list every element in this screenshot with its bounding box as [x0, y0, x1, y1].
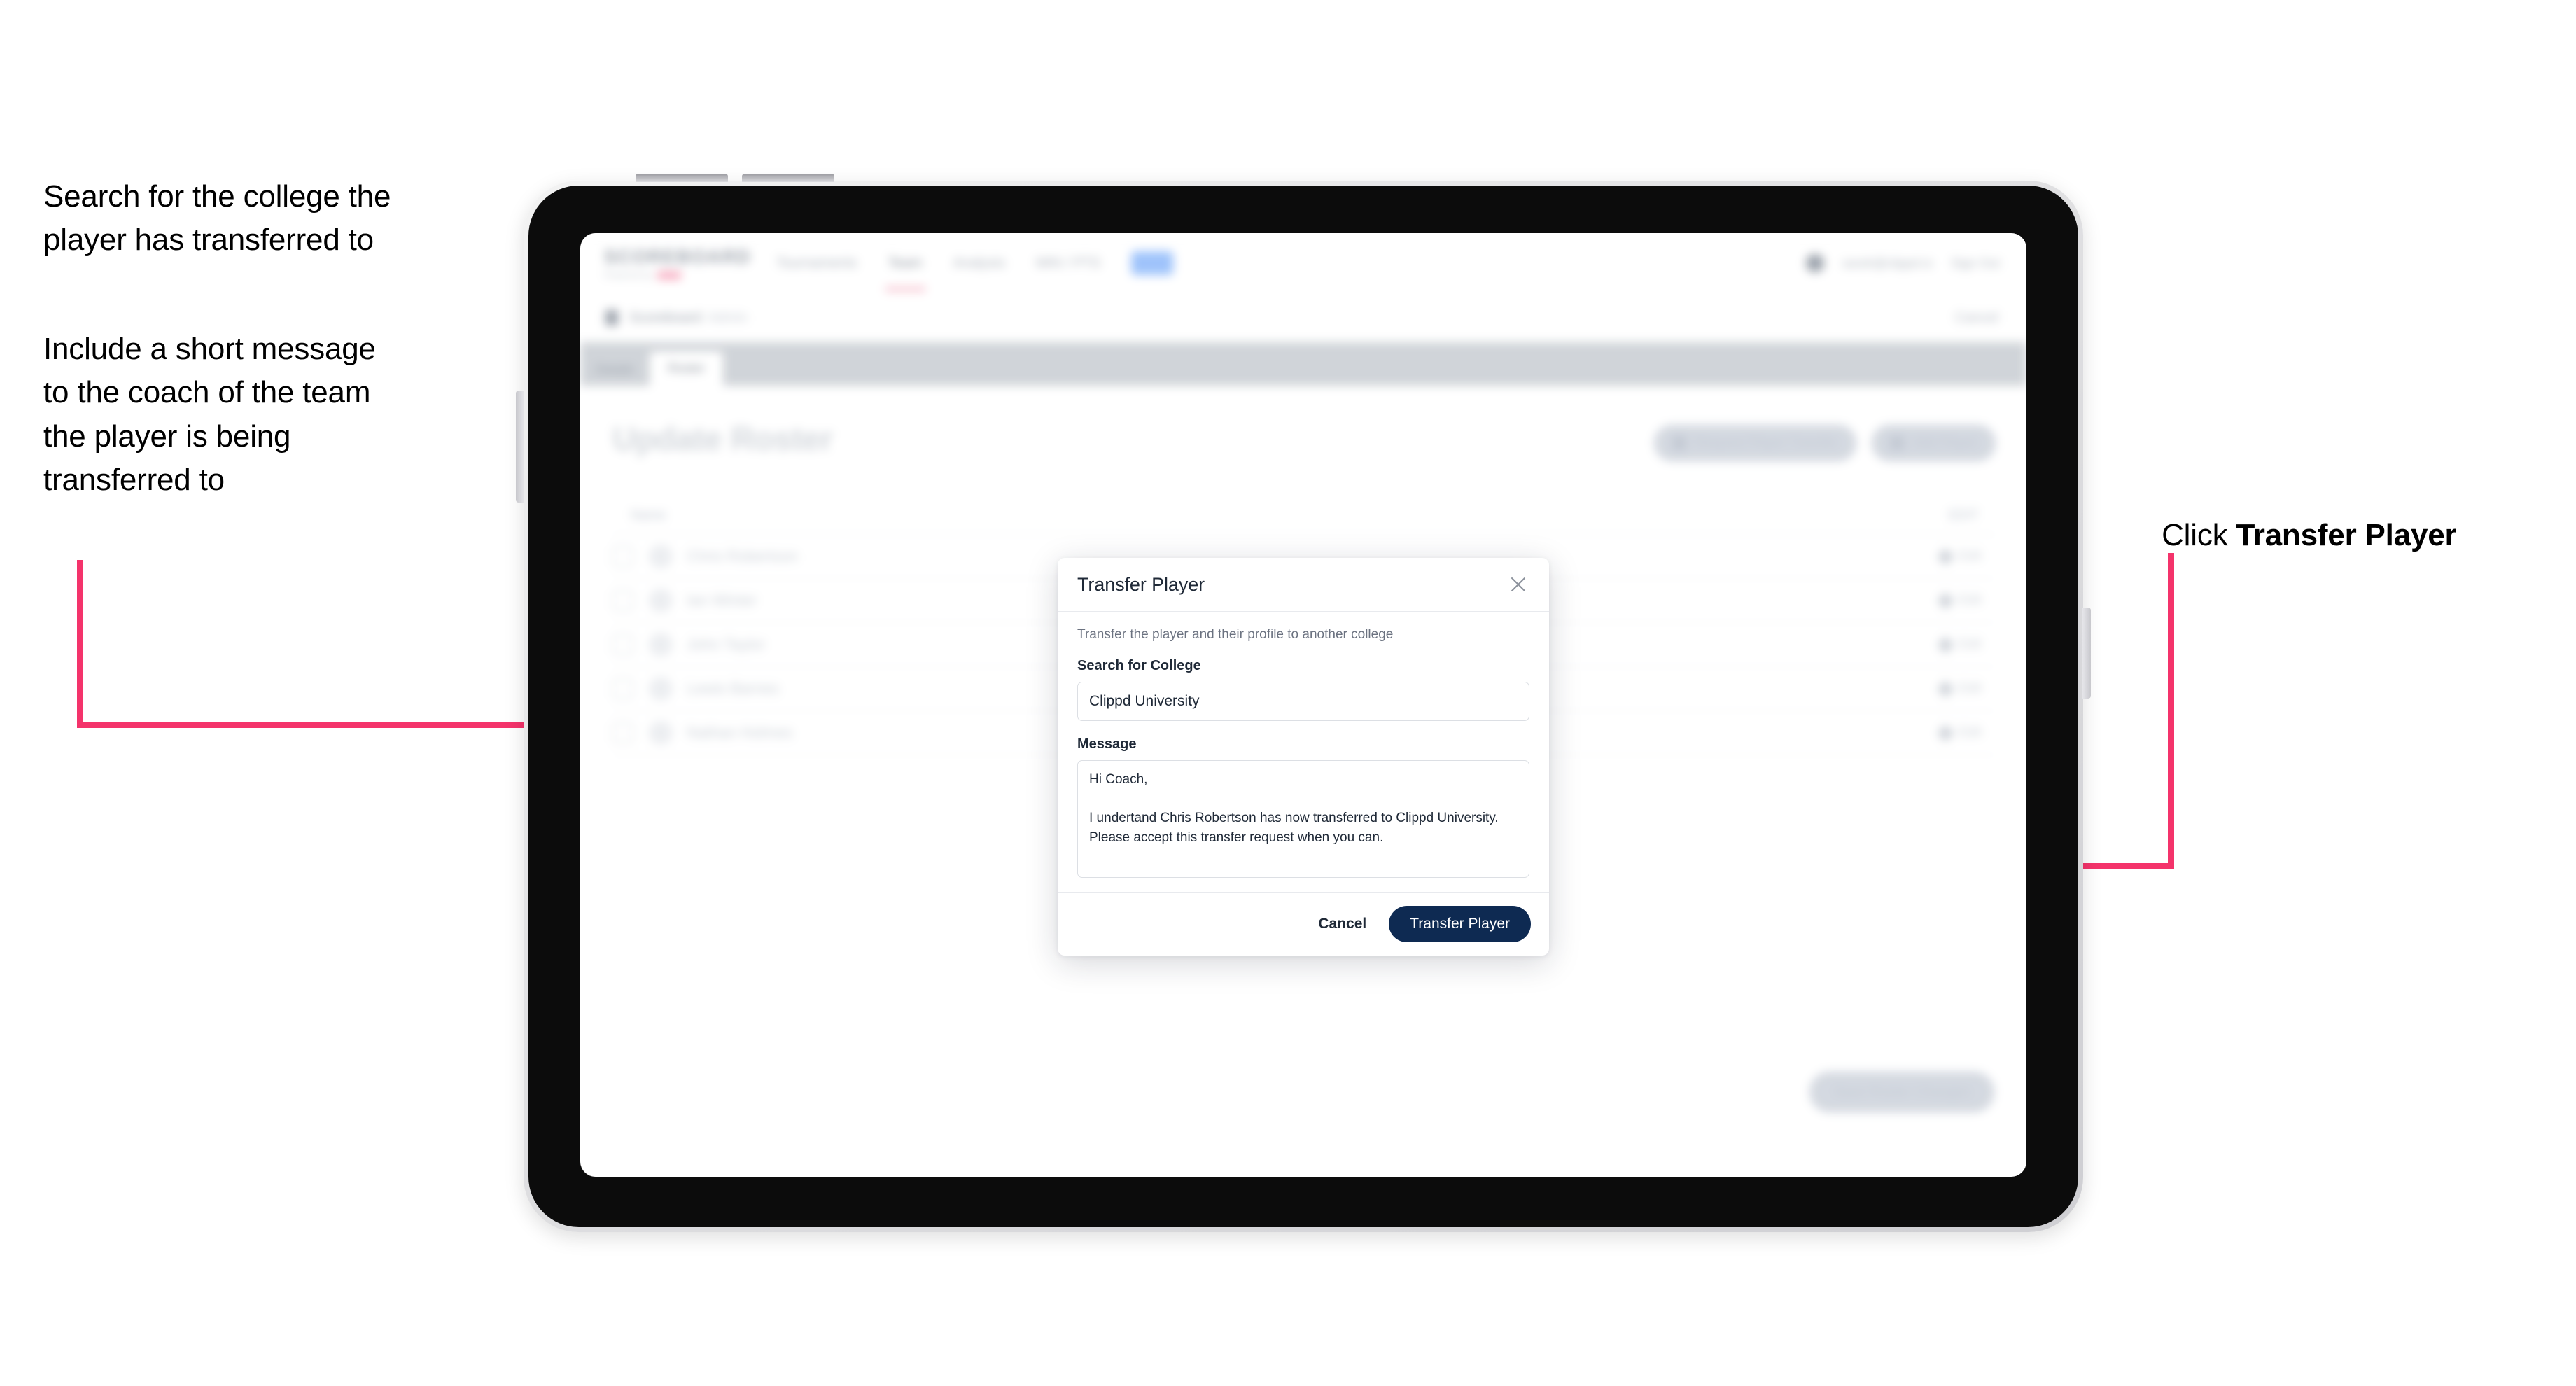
modal-footer: Cancel Transfer Player: [1058, 892, 1549, 955]
search-college-label: Search for College: [1077, 658, 1201, 673]
field-spacer: [1077, 721, 1530, 736]
annotation-click-prefix: Click: [2162, 518, 2236, 553]
volume-up-button: [636, 174, 728, 182]
message-label: Message: [1077, 736, 1137, 752]
annotation-include-message: Include a short message to the coach of …: [43, 332, 376, 498]
modal-body: Transfer the player and their profile to…: [1058, 612, 1549, 892]
tablet-device-frame: SCOREBOARD Powered by Tournaments Team A…: [516, 174, 2091, 1232]
close-icon[interactable]: [1506, 572, 1531, 597]
transfer-player-button[interactable]: Transfer Player: [1389, 906, 1531, 942]
volume-down-button: [742, 174, 834, 182]
search-college-input[interactable]: Clippd University: [1077, 682, 1530, 721]
annotation-click-transfer: Click Transfer Player: [2128, 470, 2562, 601]
message-textarea[interactable]: Hi Coach, I undertand Chris Robertson ha…: [1077, 760, 1530, 878]
left-side-button: [516, 391, 524, 503]
modal-title: Transfer Player: [1077, 573, 1205, 595]
annotation-search-college: Search for the college the player has tr…: [43, 179, 391, 258]
screenshot-canvas: Search for the college the player has tr…: [0, 0, 2576, 1386]
cancel-button[interactable]: Cancel: [1314, 910, 1371, 938]
annotation-click-bold: Transfer Player: [2236, 518, 2457, 553]
modal-subtitle: Transfer the player and their profile to…: [1077, 627, 1394, 642]
transfer-player-modal: Transfer Player Transfer the player and …: [1058, 558, 1549, 955]
right-side-button: [2082, 608, 2091, 699]
modal-header: Transfer Player: [1058, 558, 1549, 612]
tablet-bezel: SCOREBOARD Powered by Tournaments Team A…: [528, 186, 2078, 1227]
tablet-screen: SCOREBOARD Powered by Tournaments Team A…: [580, 233, 2026, 1177]
